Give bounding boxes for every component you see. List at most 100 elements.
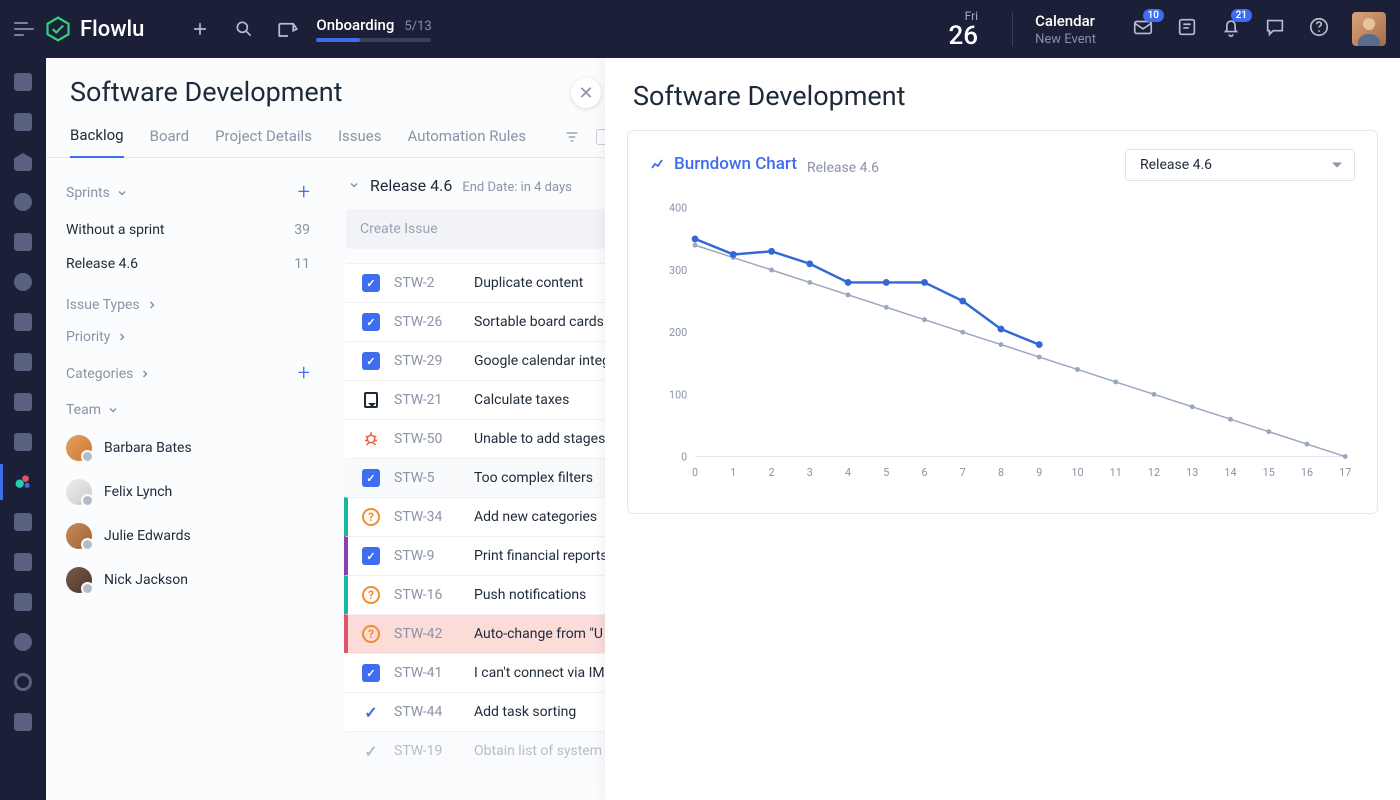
svg-text:11: 11 (1110, 466, 1122, 479)
new-event-link[interactable]: New Event (1035, 32, 1096, 47)
issue-title: Calculate taxes (474, 392, 569, 408)
rail-item-17[interactable] (11, 710, 35, 734)
svg-text:12: 12 (1148, 466, 1160, 479)
bell-icon[interactable]: 21 (1220, 16, 1242, 42)
team-member[interactable]: Nick Jackson (66, 558, 310, 602)
calendar-title[interactable]: Calendar (1035, 12, 1096, 30)
onboarding-widget[interactable]: Onboarding5/13 (274, 15, 431, 43)
question-icon: ? (362, 508, 380, 526)
menu-toggle[interactable] (14, 22, 34, 36)
task-icon (362, 547, 380, 565)
rail-item-8[interactable] (11, 350, 35, 374)
chevron-down-icon (348, 179, 360, 191)
rail-item-3[interactable] (11, 150, 35, 174)
issue-title: Google calendar integ (474, 353, 610, 369)
rail-item-active[interactable] (11, 470, 35, 494)
issue-title: Auto-change from "U (474, 626, 603, 642)
svg-text:6: 6 (921, 466, 927, 479)
avatar-icon (66, 523, 92, 549)
close-button[interactable]: ✕ (571, 78, 601, 108)
help-icon[interactable] (1308, 16, 1330, 42)
svg-text:8: 8 (998, 466, 1004, 479)
issue-key: STW-2 (394, 275, 460, 291)
add-sprint-button[interactable]: + (298, 180, 310, 205)
mail-badge: 10 (1143, 9, 1164, 22)
categories-section[interactable]: Categories + (66, 353, 310, 394)
check-icon: ✓ (362, 742, 380, 760)
svg-text:0: 0 (681, 450, 687, 463)
topbar: Flowlu Onboarding5/13 Fri 26 Calendar Ne… (0, 0, 1400, 58)
rail-item-14[interactable] (11, 590, 35, 614)
tab-issues[interactable]: Issues (338, 127, 382, 157)
rail-item-16[interactable] (11, 670, 35, 694)
bell-badge: 21 (1231, 9, 1252, 22)
rail-item-2[interactable] (11, 110, 35, 134)
tab-automation-rules[interactable]: Automation Rules (407, 127, 526, 157)
priority-section[interactable]: Priority (66, 321, 310, 353)
rail-item-10[interactable] (11, 430, 35, 454)
sprint-name: Release 4.6 (370, 176, 452, 195)
avatar-icon (66, 479, 92, 505)
logo-icon (44, 15, 72, 43)
chevron-down-icon (116, 187, 128, 199)
chart-subtitle: Release 4.6 (807, 160, 879, 176)
rail-item-1[interactable] (11, 70, 35, 94)
note-icon[interactable] (1176, 16, 1198, 42)
task-icon (362, 313, 380, 331)
team-member[interactable]: Julie Edwards (66, 514, 310, 558)
task-icon (362, 352, 380, 370)
team-section[interactable]: Team (66, 394, 310, 426)
avatar-icon (66, 435, 92, 461)
onboarding-label: Onboarding (316, 16, 394, 34)
tab-board[interactable]: Board (150, 127, 189, 157)
chevron-right-icon (116, 331, 128, 343)
check-icon: ✓ (362, 703, 380, 721)
svg-text:14: 14 (1224, 466, 1236, 479)
rail-item-7[interactable] (11, 310, 35, 334)
issue-key: STW-5 (394, 470, 460, 486)
chart-card: Burndown Chart Release 4.6 Release 4.6 0… (627, 130, 1378, 514)
add-category-button[interactable]: + (298, 361, 310, 386)
issue-key: STW-26 (394, 314, 460, 330)
rail-item-5[interactable] (11, 230, 35, 254)
onboarding-icon (274, 15, 302, 43)
rail-item-6[interactable] (11, 270, 35, 294)
issuetypes-section[interactable]: Issue Types (66, 289, 310, 321)
filter-icon[interactable] (564, 129, 580, 145)
rail-item-13[interactable] (11, 550, 35, 574)
team-member[interactable]: Barbara Bates (66, 426, 310, 470)
issue-title: Unable to add stages (474, 431, 605, 447)
rail-item-9[interactable] (11, 390, 35, 414)
issue-title: Sortable board cards (474, 314, 604, 330)
sprints-section[interactable]: Sprints + (66, 172, 310, 213)
svg-text:0: 0 (692, 466, 698, 479)
mail-icon[interactable]: 10 (1132, 16, 1154, 42)
user-avatar[interactable] (1352, 12, 1386, 46)
date-num: 26 (949, 23, 979, 49)
team-member[interactable]: Felix Lynch (66, 470, 310, 514)
sprint-item-release[interactable]: Release 4.611 (66, 247, 310, 281)
chevron-right-icon (139, 368, 151, 380)
chart-title: Burndown Chart (650, 154, 797, 174)
add-icon[interactable] (190, 19, 210, 39)
svg-text:17: 17 (1339, 466, 1351, 479)
chat-icon[interactable] (1264, 16, 1286, 42)
task-icon (362, 664, 380, 682)
issue-key: STW-34 (394, 509, 460, 525)
release-select[interactable]: Release 4.6 (1125, 149, 1355, 181)
tab-project-details[interactable]: Project Details (215, 127, 312, 157)
date-widget[interactable]: Fri 26 (949, 9, 979, 49)
panel-title: Software Development (605, 58, 1400, 130)
rail-item-4[interactable] (11, 190, 35, 214)
logo[interactable]: Flowlu (44, 15, 144, 43)
tab-backlog[interactable]: Backlog (70, 126, 124, 158)
rail-item-15[interactable] (11, 630, 35, 654)
rail-item-12[interactable] (11, 510, 35, 534)
search-icon[interactable] (234, 19, 254, 39)
svg-text:400: 400 (669, 202, 687, 215)
issue-key: STW-19 (394, 743, 460, 759)
issue-title: Obtain list of system e (474, 743, 613, 759)
svg-text:13: 13 (1186, 466, 1198, 479)
question-icon: ? (362, 625, 380, 643)
sprint-item-none[interactable]: Without a sprint39 (66, 213, 310, 247)
